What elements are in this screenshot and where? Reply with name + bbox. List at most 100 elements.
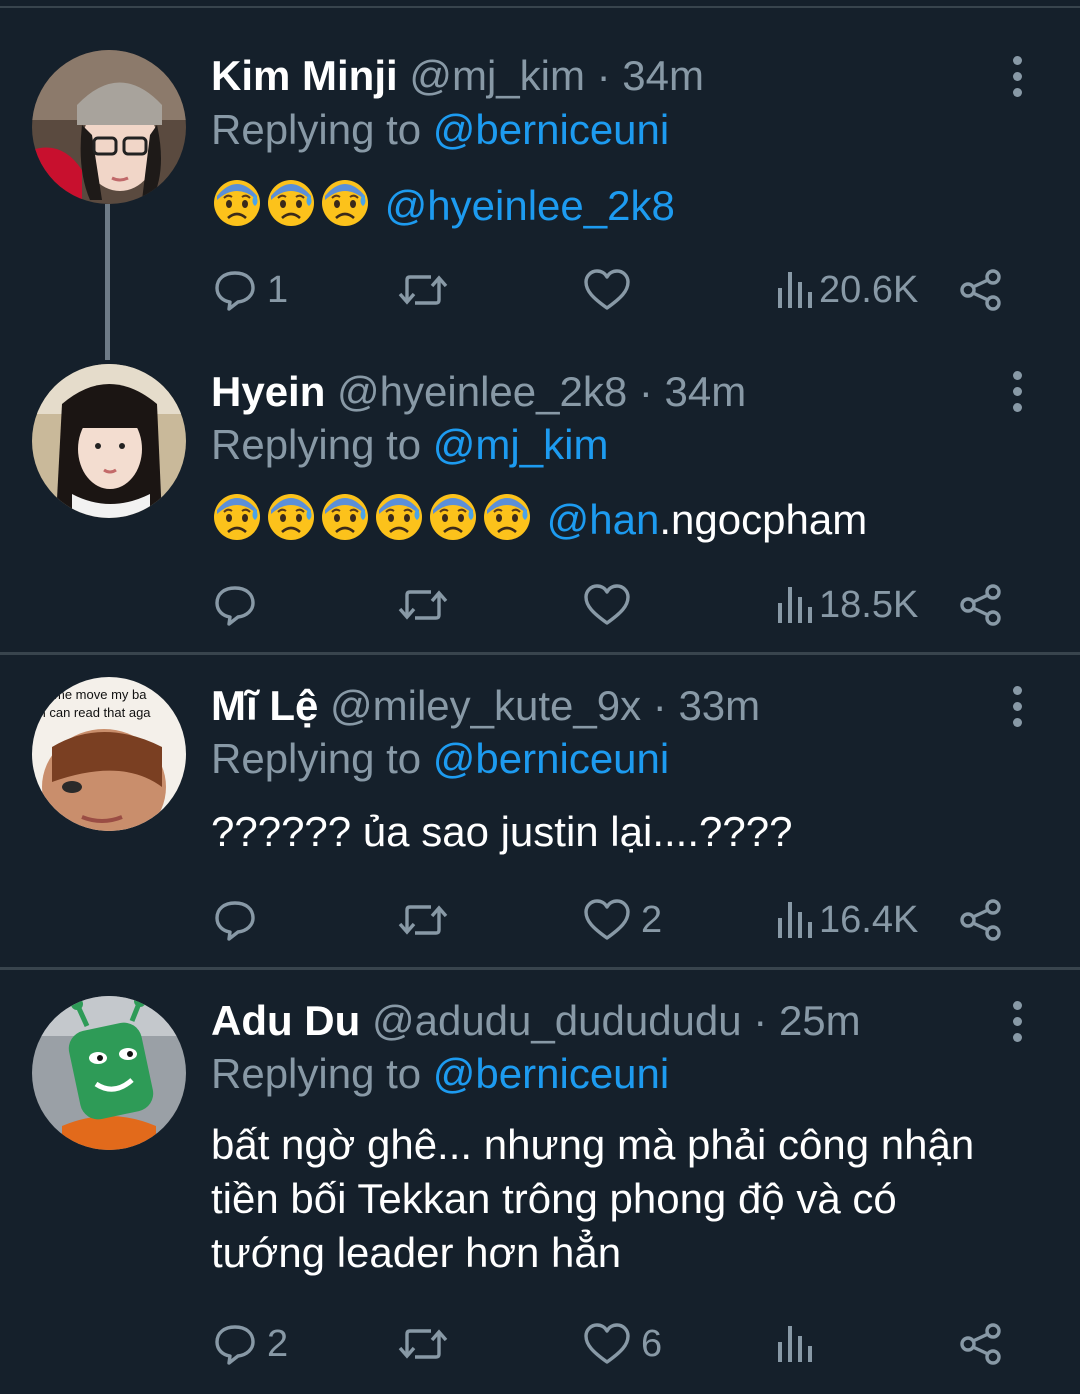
display-name[interactable]: Kim Minji [211,52,398,99]
more-options-icon[interactable] [1000,46,1034,106]
retweet-button[interactable] [397,260,459,320]
avatar[interactable]: me move my ba o i can read that aga [32,677,186,831]
tweet-kim-minji[interactable]: Kim Minji @mj_kim · 34m Replying to @ber… [0,0,1080,360]
anxious-sweat-emoji [481,490,533,555]
views-icon [775,1322,815,1366]
body-mention[interactable]: @hyeinlee_2k8 [385,182,675,229]
body-line: bất ngờ ghê... nhưng mà phải công nhận [211,1121,975,1168]
like-count: 6 [641,1322,663,1365]
share-button[interactable] [959,260,1003,320]
views-button[interactable]: 20.6K [775,260,918,320]
replying-to-mention[interactable]: @mj_kim [433,421,609,468]
anxious-sweat-emoji [373,490,425,555]
tweet-actions: 26 [211,1314,1031,1374]
retweet-button[interactable] [397,575,459,635]
retweet-icon [397,583,449,627]
body-mention-rest: .ngocpham [659,496,868,543]
anxious-sweat-emoji [211,176,263,241]
replying-label: Replying to [211,735,422,782]
reply-button[interactable] [213,575,267,635]
replying-to: Replying to @berniceuni [211,102,669,158]
more-options-icon[interactable] [1000,991,1034,1051]
tweet-body: bất ngờ ghê... nhưng mà phải công nhận t… [211,1118,1061,1280]
body-mention[interactable]: @han [547,496,660,543]
views-button[interactable]: 18.5K [775,575,918,635]
tweet-hyein[interactable]: Hyein @hyeinlee_2k8 · 34m Replying to @m… [0,340,1080,652]
tweet-body: ?????? ủa sao justin lại....???? [211,808,793,855]
timestamp[interactable]: · 34m [597,52,704,99]
views-button[interactable] [775,1314,819,1374]
avatar-caption-1: me move my ba [54,687,147,702]
like-icon [583,1322,631,1366]
display-name[interactable]: Hyein [211,368,325,415]
tweet-body: @han.ngocpham [211,490,1061,555]
tweet-actions: 18.5K [211,575,1031,635]
retweet-button[interactable] [397,890,459,950]
replying-label: Replying to [211,106,422,153]
tweet-body: @hyeinlee_2k8 [211,176,1061,241]
like-button[interactable] [583,575,641,635]
tweet-header: Hyein @hyeinlee_2k8 · 34m [211,363,746,421]
like-icon [583,268,631,312]
views-count: 20.6K [819,268,919,311]
like-button[interactable]: 6 [583,1314,662,1374]
body-line: tiền bối Tekkan trông phong độ và có [211,1175,897,1222]
replying-label: Replying to [211,1050,422,1097]
reply-icon [213,1322,257,1366]
avatar[interactable] [32,364,186,518]
like-button[interactable]: 2 [583,890,662,950]
replying-to: Replying to @berniceuni [211,1046,669,1102]
timestamp[interactable]: · 33m [653,682,760,729]
anxious-sweat-emoji [211,490,263,555]
replying-to-mention[interactable]: @berniceuni [433,735,669,782]
user-handle[interactable]: @mj_kim [409,52,585,99]
tweet-header: Mĩ Lệ @miley_kute_9x · 33m [211,677,760,735]
timestamp[interactable]: · 25m [753,997,860,1044]
avatar[interactable] [32,996,186,1150]
replying-to-mention[interactable]: @berniceuni [433,1050,669,1097]
timestamp[interactable]: · 34m [639,368,746,415]
share-button[interactable] [959,890,1003,950]
avatar[interactable] [32,50,186,204]
share-button[interactable] [959,1314,1003,1374]
views-button[interactable]: 16.4K [775,890,918,950]
anxious-sweat-emoji [265,176,317,241]
views-icon [775,898,815,942]
reply-button[interactable]: 1 [213,260,288,320]
retweet-button[interactable] [397,1314,459,1374]
user-handle[interactable]: @miley_kute_9x [330,682,641,729]
share-icon [959,1322,1003,1366]
views-icon [775,583,815,627]
share-icon [959,583,1003,627]
display-name[interactable]: Adu Du [211,997,360,1044]
more-options-icon[interactable] [1000,361,1034,421]
anxious-sweat-emoji [319,176,371,241]
tweet-mi-le[interactable]: me move my ba o i can read that aga Mĩ L… [0,655,1080,967]
tweet-header: Adu Du @adudu_dudududu · 25m [211,992,861,1050]
tweet-adu-du[interactable]: Adu Du @adudu_dudududu · 25m Replying to… [0,970,1080,1394]
like-count: 2 [641,898,663,941]
views-icon [775,268,815,312]
retweet-icon [397,898,449,942]
like-icon [583,898,631,942]
tweet-header: Kim Minji @mj_kim · 34m [211,47,704,105]
replying-to-mention[interactable]: @berniceuni [433,106,669,153]
retweet-icon [397,268,449,312]
like-button[interactable] [583,260,641,320]
reply-count: 2 [267,1322,289,1365]
views-count: 18.5K [819,583,919,626]
display-name[interactable]: Mĩ Lệ [211,682,318,729]
emoji-group [211,494,535,543]
tweet-actions: 2 16.4K [211,890,1031,950]
emoji-group [211,180,373,229]
more-options-icon[interactable] [1000,676,1034,736]
reply-button[interactable]: 2 [213,1314,288,1374]
user-handle[interactable]: @adudu_dudududu [372,997,742,1044]
reply-button[interactable] [213,890,267,950]
views-count: 16.4K [819,898,919,941]
user-handle[interactable]: @hyeinlee_2k8 [337,368,627,415]
anxious-sweat-emoji [427,490,479,555]
avatar-caption-2: o i can read that aga [32,705,151,720]
replying-label: Replying to [211,421,422,468]
share-button[interactable] [959,575,1003,635]
